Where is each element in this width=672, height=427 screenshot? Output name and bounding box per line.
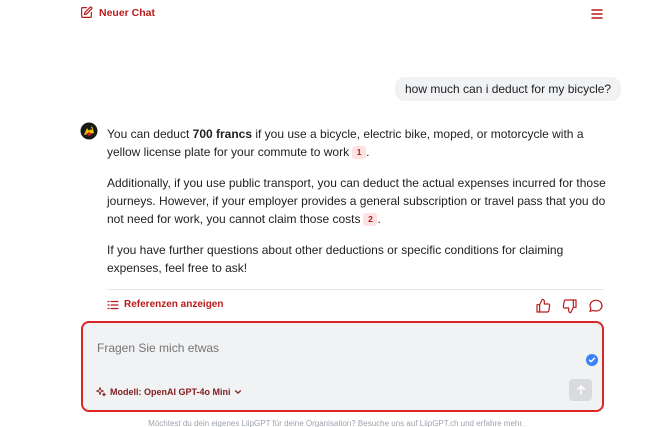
user-message-bubble: how much can i deduct for my bicycle? [395, 77, 622, 101]
answer-text: Additionally, if you use public transpor… [107, 176, 606, 226]
model-label: Modell: OpenAI GPT-4o Mini [110, 387, 231, 397]
thumbs-down-button[interactable] [562, 298, 578, 314]
show-references-label: Referenzen anzeigen [124, 299, 224, 310]
prompt-input[interactable] [97, 341, 557, 355]
top-bar: Neuer Chat [0, 0, 672, 30]
answer-text: You can deduct [107, 127, 193, 141]
answer-paragraph: You can deduct 700 francs if you use a b… [107, 125, 607, 161]
new-chat-button[interactable]: Neuer Chat [80, 6, 155, 19]
assistant-answer: You can deduct 700 francs if you use a b… [107, 125, 607, 290]
answer-bold-amount: 700 francs [192, 127, 253, 141]
check-badge [586, 354, 598, 366]
answer-paragraph: If you have further questions about othe… [107, 241, 607, 277]
list-icon [107, 300, 119, 309]
divider [107, 289, 604, 290]
send-button[interactable] [569, 379, 592, 401]
chevron-down-icon [234, 390, 241, 394]
bear-logo-icon [80, 122, 98, 140]
answer-text: . [377, 212, 381, 226]
thumbs-down-icon [562, 299, 577, 314]
thumbs-up-button[interactable] [535, 298, 551, 314]
citation-badge[interactable]: 1 [352, 146, 367, 159]
arrow-up-icon [576, 385, 585, 395]
answer-paragraph: Additionally, if you use public transpor… [107, 174, 607, 228]
checkmark-icon [588, 357, 596, 363]
footer-note: Möchtest du dein eigenes LiipGPT für dei… [148, 419, 524, 427]
assistant-avatar [80, 122, 98, 140]
new-chat-label: Neuer Chat [99, 6, 156, 19]
show-references-button[interactable]: Referenzen anzeigen [107, 299, 223, 310]
edit-icon [81, 6, 93, 18]
message-composer: Modell: OpenAI GPT-4o Mini [81, 321, 604, 412]
user-message-text: how much can i deduct for my bicycle? [405, 82, 612, 96]
comment-button[interactable] [588, 298, 604, 314]
speech-bubble-icon [589, 299, 603, 312]
answer-text: . [366, 145, 370, 159]
answer-text: If you have further questions about othe… [107, 243, 564, 275]
menu-button[interactable] [589, 7, 605, 21]
model-selector[interactable]: Modell: OpenAI GPT-4o Mini [95, 386, 242, 398]
sparkles-icon [96, 387, 106, 397]
thumbs-up-icon [536, 298, 551, 313]
citation-badge[interactable]: 2 [363, 213, 378, 226]
hamburger-menu-icon [591, 9, 603, 19]
